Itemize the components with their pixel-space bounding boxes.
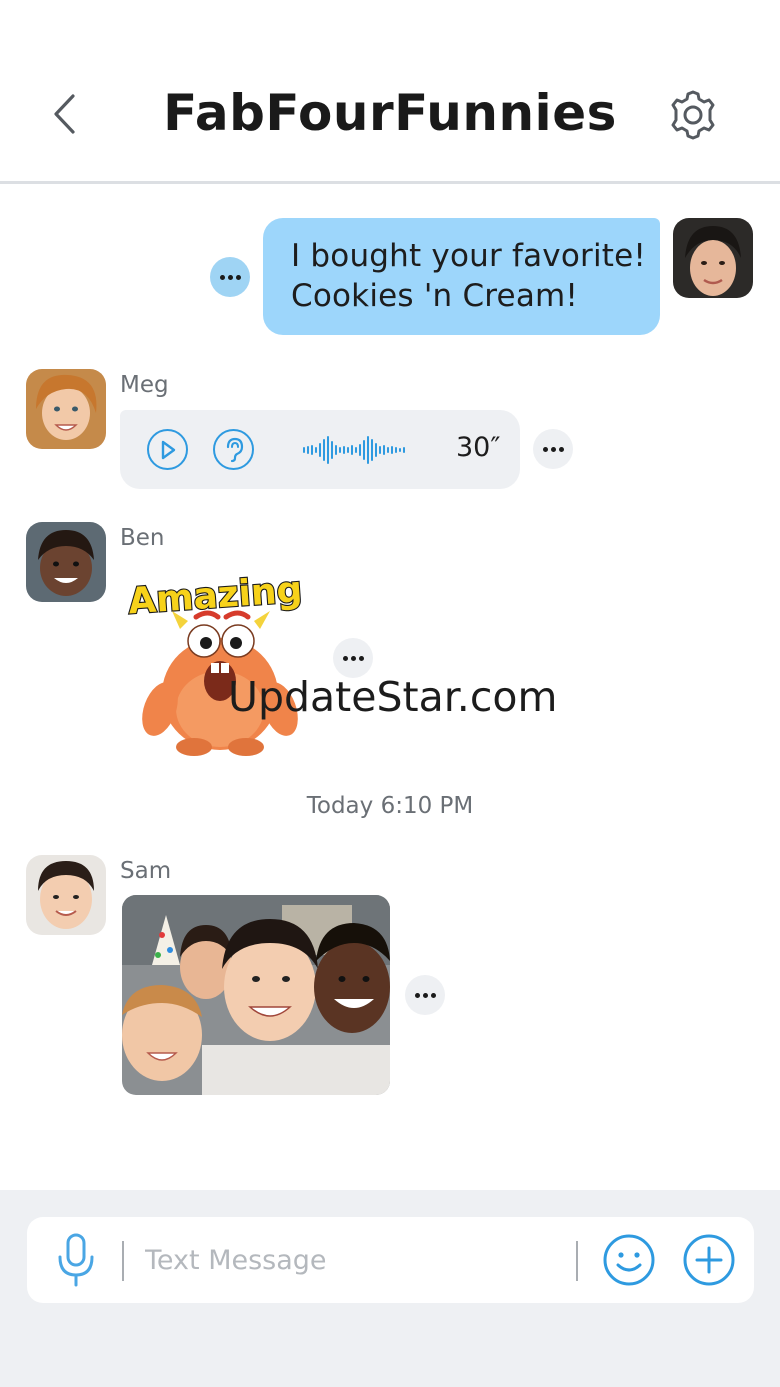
- gear-icon: [671, 90, 715, 140]
- message-composer: [27, 1217, 754, 1303]
- microphone-button[interactable]: [51, 1231, 101, 1289]
- avatar-self[interactable]: [673, 218, 753, 298]
- message-list[interactable]: I bought your favorite! Cookies 'n Cream…: [0, 187, 780, 1190]
- more-icon: [342, 655, 348, 661]
- message-options-button[interactable]: [210, 257, 250, 297]
- avatar-meg[interactable]: [26, 369, 106, 449]
- message-text-line: Cookies 'n Cream!: [291, 278, 579, 314]
- more-icon: [219, 274, 225, 280]
- emoji-button[interactable]: [602, 1233, 656, 1287]
- sender-name: Sam: [120, 858, 172, 884]
- divider: [122, 1241, 124, 1281]
- avatar-ben[interactable]: [26, 522, 106, 602]
- voice-message-bubble[interactable]: 30″: [120, 410, 520, 489]
- sender-name: Meg: [120, 372, 169, 398]
- message-options-button[interactable]: [533, 429, 573, 469]
- add-attachment-button[interactable]: [682, 1233, 736, 1287]
- plus-icon: [683, 1234, 735, 1286]
- voice-duration: 30″: [456, 432, 501, 463]
- play-button[interactable]: [147, 429, 188, 470]
- ear-icon: [226, 437, 243, 462]
- more-icon: [414, 992, 420, 998]
- listen-button[interactable]: [213, 429, 254, 470]
- waveform-icon: [303, 436, 405, 464]
- amazing-sticker[interactable]: Amazing: [124, 559, 320, 759]
- message-text-line: I bought your favorite!: [291, 238, 647, 274]
- message-input[interactable]: [145, 1231, 565, 1289]
- sender-name: Ben: [120, 525, 165, 551]
- photo-attachment[interactable]: [122, 895, 390, 1095]
- divider: [576, 1241, 578, 1281]
- outgoing-message-bubble[interactable]: I bought your favorite! Cookies 'n Cream…: [263, 218, 660, 335]
- message-options-button[interactable]: [333, 638, 373, 678]
- page-title: FabFourFunnies: [163, 84, 617, 142]
- timestamp: Today 6:10 PM: [306, 793, 474, 819]
- microphone-icon: [58, 1233, 94, 1287]
- play-icon: [161, 440, 175, 459]
- emoji-icon: [603, 1234, 655, 1286]
- message-options-button[interactable]: [405, 975, 445, 1015]
- avatar-sam[interactable]: [26, 855, 106, 935]
- settings-button[interactable]: [664, 86, 722, 144]
- composer-area: [0, 1190, 780, 1387]
- watermark: UpdateStar.com: [228, 673, 558, 721]
- more-icon: [542, 446, 548, 452]
- chat-header: FabFourFunnies: [0, 0, 780, 184]
